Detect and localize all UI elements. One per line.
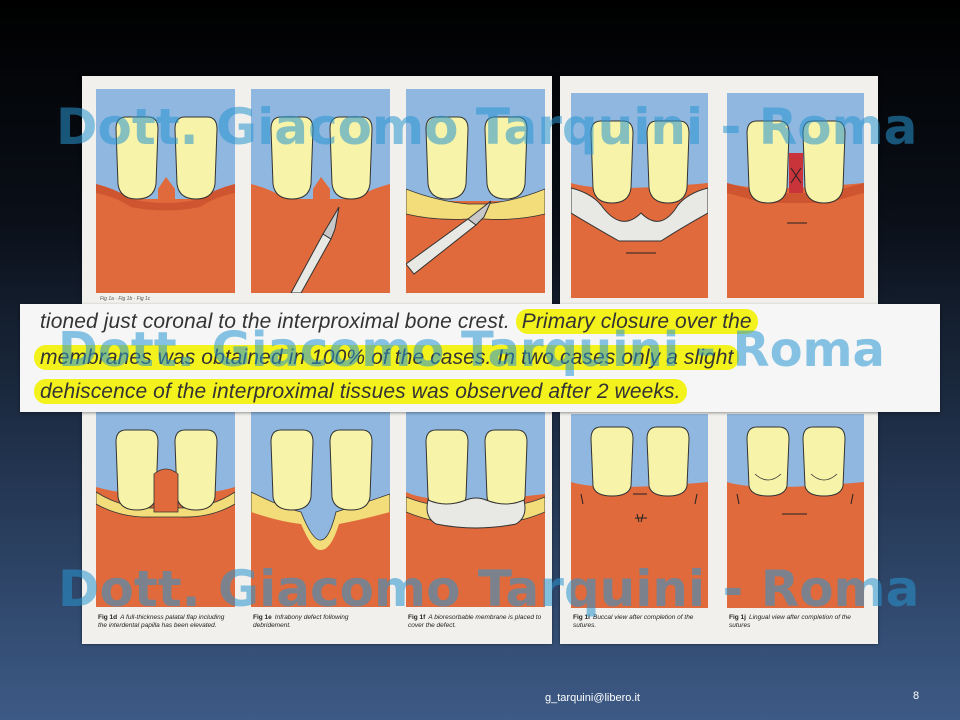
caption-fig-1i: Fig 1i Buccal view after completion of th…	[573, 614, 694, 629]
quote-line-3: dehiscence of the interproximal tissues …	[34, 379, 687, 404]
footer-email: g_tarquini@libero.it	[545, 692, 640, 704]
illustration-fig-1f	[406, 412, 545, 607]
illustration-fig-1i	[571, 414, 708, 608]
highlighted-quote-strip: tioned just coronal to the interproximal…	[20, 304, 940, 412]
illustration-fig-1d	[96, 412, 235, 607]
illustration-fig-1j	[727, 414, 864, 608]
quote-line-1: tioned just coronal to the interproximal…	[40, 309, 758, 334]
slide-page-number: 8	[913, 690, 920, 702]
caption-fig-1e: Fig 1e Infrabony defect following debride…	[253, 614, 349, 629]
illustration-fig-1b	[251, 89, 390, 293]
caption-fig-1d: Fig 1d A full-thickness palatal flap incl…	[98, 614, 225, 629]
illustration-fig-1h	[727, 93, 864, 298]
quote-line-1-plain: tioned just coronal to the interproximal…	[40, 310, 510, 333]
illustration-fig-1a	[96, 89, 235, 293]
quote-line-2: membranes was obtained in 100% of the ca…	[34, 345, 740, 370]
illustration-fig-1g	[571, 93, 708, 298]
caption-fig-1j: Fig 1j Lingual view after completion of t…	[729, 614, 851, 629]
quote-line-3-highlight: dehiscence of the interproximal tissues …	[34, 379, 687, 404]
illustration-fig-1e	[251, 412, 390, 607]
quote-line-1-highlight: Primary closure over the	[515, 309, 758, 334]
partial-caption-strip: Fig 1a · Fig 1b · Fig 1c	[100, 296, 151, 302]
quote-line-2-highlight: membranes was obtained in 100% of the ca…	[34, 345, 740, 370]
illustration-fig-1c	[406, 89, 545, 293]
caption-fig-1f: Fig 1f A bioresorbable membrane is placed…	[408, 614, 542, 629]
